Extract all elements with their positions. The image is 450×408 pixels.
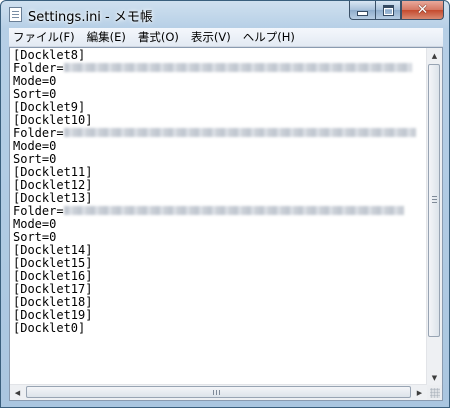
grip-icon (213, 390, 214, 395)
grip-icon (432, 199, 437, 200)
menu-edit[interactable]: 編集(E) (81, 29, 132, 45)
scrollbar-corner (427, 385, 442, 400)
vertical-scrollbar[interactable]: ▲ ▼ (426, 48, 442, 385)
arrow-up-icon: ▲ (431, 51, 438, 60)
close-button[interactable]: ✕ (401, 1, 444, 20)
text-line: Folder= (13, 205, 425, 218)
text-line: Mode=0 (13, 217, 57, 231)
minimize-button[interactable] (349, 1, 375, 20)
text-line: Folder= (13, 127, 425, 140)
redacted-folder-path (63, 206, 404, 215)
redacted-folder-path (63, 128, 416, 137)
window-title: Settings.ini - メモ帳 (28, 10, 153, 25)
arrow-right-icon: ▶ (416, 388, 423, 397)
grip-icon (216, 390, 217, 395)
notepad-icon[interactable] (9, 7, 22, 22)
arrow-left-icon: ◀ (14, 388, 21, 397)
scroll-left-button[interactable]: ◀ (10, 385, 25, 400)
text-line: [Docklet8] (13, 48, 86, 62)
menu-format[interactable]: 書式(O) (132, 29, 185, 45)
maximize-button[interactable] (375, 1, 401, 20)
text-editor[interactable]: [Docklet8] Folder= Mode=0 Sort=0 [Dockle… (9, 47, 443, 401)
grip-icon (432, 202, 437, 203)
text-line: Mode=0 (13, 139, 57, 153)
resize-grip-icon[interactable] (430, 388, 440, 398)
minimize-icon (357, 11, 368, 16)
horizontal-scrollbar[interactable]: ◀ ▶ (10, 384, 427, 400)
grip-icon (219, 390, 220, 395)
maximize-icon (382, 4, 394, 16)
grip-icon (432, 196, 437, 197)
text-line: [Docklet0] (13, 321, 86, 335)
scroll-up-button[interactable]: ▲ (427, 48, 442, 63)
notepad-window: Settings.ini - メモ帳 ✕ ファイル(F) 編集(E) 書式(O)… (0, 0, 450, 408)
redacted-folder-path (63, 63, 412, 72)
caption-buttons: ✕ (349, 1, 444, 20)
text-line: [Docklet13] (13, 191, 93, 205)
menu-bar: ファイル(F) 編集(E) 書式(O) 表示(V) ヘルプ(H) (9, 28, 443, 47)
scroll-right-button[interactable]: ▶ (412, 385, 427, 400)
text-line: Mode=0 (13, 74, 57, 88)
menu-help[interactable]: ヘルプ(H) (237, 29, 301, 45)
arrow-down-icon: ▼ (431, 373, 438, 382)
title-bar[interactable]: Settings.ini - メモ帳 ✕ (1, 1, 449, 28)
vertical-scroll-thumb[interactable] (428, 64, 440, 337)
menu-view[interactable]: 表示(V) (185, 29, 237, 45)
close-icon: ✕ (416, 2, 429, 18)
document-text[interactable]: [Docklet8] Folder= Mode=0 Sort=0 [Dockle… (10, 48, 428, 385)
horizontal-scroll-thumb[interactable] (26, 386, 411, 398)
menu-file[interactable]: ファイル(F) (9, 29, 81, 45)
scroll-down-button[interactable]: ▼ (427, 370, 442, 385)
text-line: Folder= (13, 62, 425, 75)
text-line: [Docklet10] (13, 113, 93, 127)
